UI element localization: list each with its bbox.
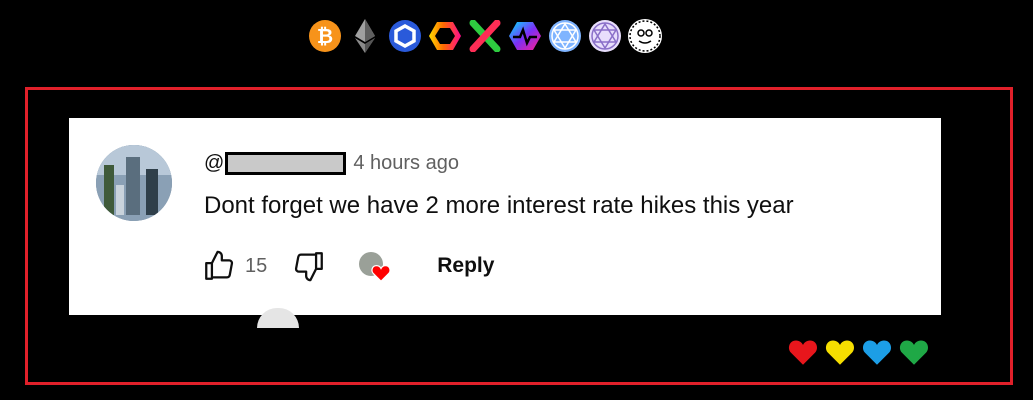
comment-card: @ 4 hours ago Dont forget we have 2 more… — [69, 118, 941, 328]
comment-header: @ 4 hours ago — [204, 150, 459, 176]
crypto-icon-row: ₿ — [307, 16, 663, 56]
chainlink-icon — [387, 18, 423, 54]
creator-heart-badge — [355, 248, 391, 284]
next-avatar-partial — [257, 308, 299, 328]
xdc-icon — [467, 18, 503, 54]
ethereum-icon — [347, 18, 383, 54]
hex-icon — [427, 18, 463, 54]
pulse-icon — [507, 18, 543, 54]
yellow-heart-icon — [825, 340, 855, 365]
avatar[interactable] — [96, 145, 172, 221]
heart-icon — [371, 265, 391, 282]
svg-text:₿: ₿ — [317, 24, 333, 48]
bitcoin-icon: ₿ — [307, 18, 343, 54]
color-hearts — [786, 338, 931, 366]
thumbs-down-icon — [295, 252, 324, 282]
comment-text: Dont forget we have 2 more interest rate… — [204, 192, 794, 219]
comment-actions: 15 Reply — [201, 248, 494, 284]
thumbs-up-icon — [205, 250, 234, 280]
quant-icon-2 — [587, 18, 623, 54]
green-heart-icon — [899, 340, 929, 365]
quant-icon-1 — [547, 18, 583, 54]
reply-button[interactable]: Reply — [437, 254, 494, 278]
redacted-username — [225, 151, 347, 175]
cartoon-face-icon — [627, 18, 663, 54]
like-button[interactable] — [201, 248, 237, 284]
like-count: 15 — [245, 254, 268, 277]
dislike-button[interactable] — [291, 248, 327, 284]
author-at-sign[interactable]: @ — [204, 152, 224, 175]
comment-timestamp[interactable]: 4 hours ago — [353, 152, 459, 175]
red-heart-icon — [788, 340, 818, 365]
blue-heart-icon — [862, 340, 892, 365]
